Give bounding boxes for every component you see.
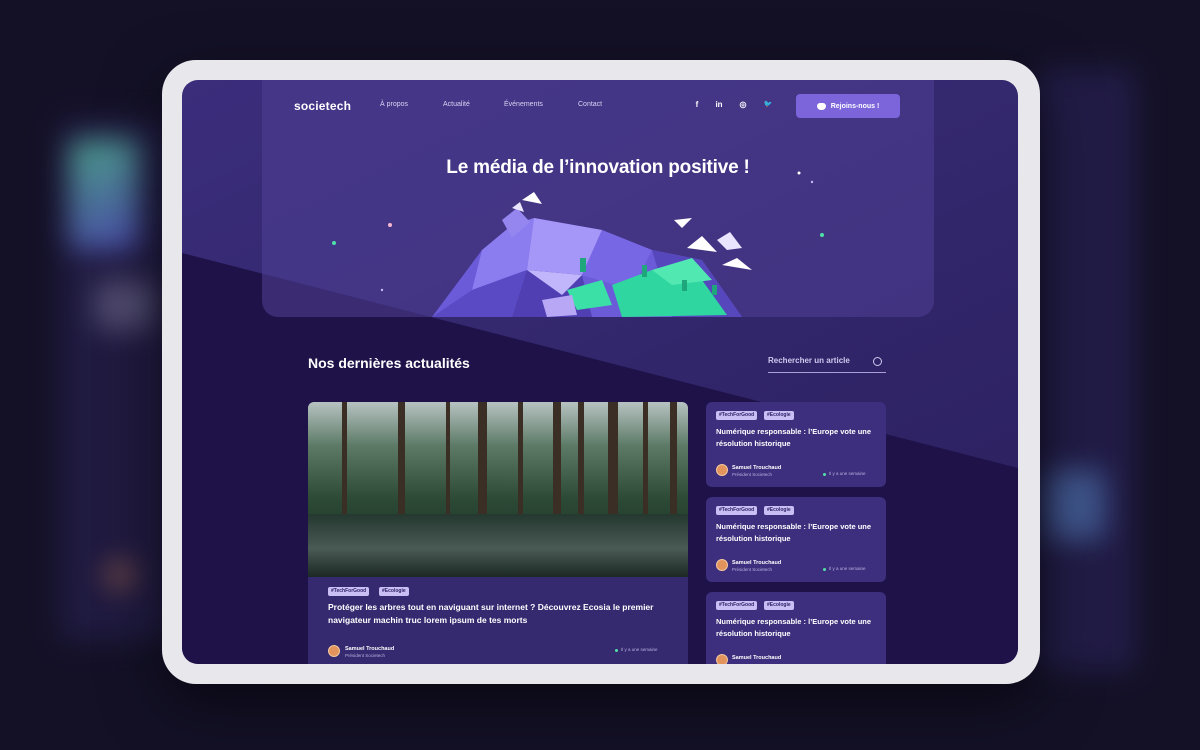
author-name: Samuel Trouchaud xyxy=(732,655,782,661)
tablet-frame: societech À propos Actualité Événements … xyxy=(162,60,1040,684)
tag-techforgood[interactable]: #TechForGood xyxy=(716,506,758,515)
side-article-title[interactable]: Numérique responsable : l’Europe vote un… xyxy=(716,616,881,640)
author-role: Président Societech xyxy=(345,653,386,658)
featured-article-title[interactable]: Protéger les arbres tout en naviguant su… xyxy=(328,601,668,627)
background-blur-shape xyxy=(95,280,155,330)
side-article-card[interactable]: #TechForGood #Ecologie Numérique respons… xyxy=(706,402,886,487)
tag-techforgood[interactable]: #TechForGood xyxy=(328,587,370,596)
website-screen: societech À propos Actualité Événements … xyxy=(182,80,1018,664)
published-time: Il y a une semaine xyxy=(829,566,866,571)
background-blur-shape xyxy=(70,140,140,250)
search-icon[interactable] xyxy=(873,357,882,366)
side-article-title[interactable]: Numérique responsable : l’Europe vote un… xyxy=(716,426,881,450)
published-time: Il y a une semaine xyxy=(829,471,866,476)
author-role: Président Societech xyxy=(732,472,773,477)
search-placeholder: Rechercher un article xyxy=(768,356,850,365)
published-time: Il y a une semaine xyxy=(621,647,658,652)
background-blur-right xyxy=(1035,70,1135,670)
author-name: Samuel Trouchaud xyxy=(732,465,782,471)
search-input[interactable]: Rechercher un article xyxy=(768,356,886,373)
background-blur-shape xyxy=(1045,470,1105,540)
avatar xyxy=(716,464,728,476)
tag-techforgood[interactable]: #TechForGood xyxy=(716,411,758,420)
side-article-card[interactable]: #TechForGood #Ecologie Numérique respons… xyxy=(706,497,886,582)
featured-article-card[interactable]: #TechForGood #Ecologie Protéger les arbr… xyxy=(308,402,688,664)
avatar xyxy=(716,654,728,664)
author-role: Président Societech xyxy=(732,567,773,572)
tag-techforgood[interactable]: #TechForGood xyxy=(716,601,758,610)
side-article-card[interactable]: #TechForGood #Ecologie Numérique respons… xyxy=(706,592,886,664)
background-blur-shape xyxy=(105,560,135,590)
article-image-forest xyxy=(308,402,688,577)
avatar xyxy=(328,645,340,657)
status-dot xyxy=(823,473,826,476)
tag-ecologie[interactable]: #Ecologie xyxy=(379,587,409,596)
avatar xyxy=(716,559,728,571)
side-article-title[interactable]: Numérique responsable : l’Europe vote un… xyxy=(716,521,881,545)
tag-ecologie[interactable]: #Ecologie xyxy=(764,411,794,420)
section-title: Nos dernières actualités xyxy=(308,355,470,371)
author-name: Samuel Trouchaud xyxy=(732,560,782,566)
tag-ecologie[interactable]: #Ecologie xyxy=(764,506,794,515)
status-dot xyxy=(615,649,618,652)
author-name: Samuel Trouchaud xyxy=(345,646,395,652)
tag-ecologie[interactable]: #Ecologie xyxy=(764,601,794,610)
status-dot xyxy=(823,568,826,571)
